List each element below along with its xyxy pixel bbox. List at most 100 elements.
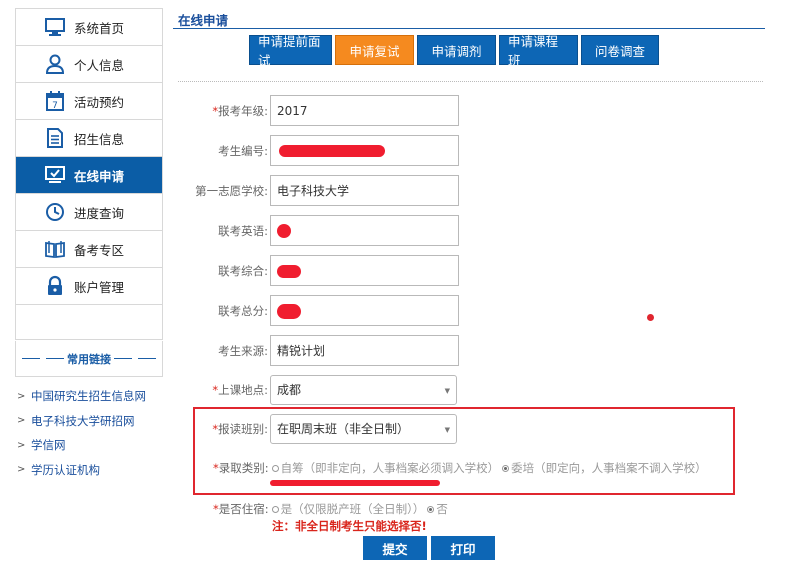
class-type-select[interactable]: 在职周末班（非全日制） ▼ — [270, 413, 457, 444]
field-label: 联考总分: — [218, 303, 268, 318]
link-item[interactable]: > 学信网 — [15, 433, 163, 458]
field-label: *报读班别: — [212, 421, 268, 436]
admission-option2-label: 委培（即定向，人事档案不调入学校） — [511, 461, 707, 475]
redaction-mark — [277, 265, 301, 278]
field-label: 考生来源: — [218, 343, 268, 358]
english-input[interactable] — [270, 215, 459, 246]
sidebar-item-label: 账户管理 — [74, 279, 125, 295]
book-icon — [44, 238, 66, 260]
first-school-input[interactable]: 电子科技大学 — [270, 175, 459, 206]
sidebar-item-label: 招生信息 — [74, 131, 125, 147]
field-label: *报考年级: — [212, 103, 268, 118]
link-label[interactable]: 学历认证机构 — [31, 462, 100, 478]
field-label: 联考英语: — [218, 223, 268, 238]
sidebar-item-online-apply[interactable]: 在线申请 — [16, 157, 162, 194]
tab-course-class[interactable]: 申请课程班 — [499, 34, 578, 68]
form-row-first-school: 第一志愿学校: 电子科技大学 — [180, 175, 480, 206]
lodging-option2-label: 否 — [436, 502, 448, 516]
links-section-title: 常用链接 — [15, 341, 163, 377]
redaction-mark — [279, 145, 385, 157]
user-icon — [44, 53, 66, 75]
note-text: 注：非全日制考生只能选择否! — [272, 519, 427, 533]
sidebar-item-label: 进度查询 — [74, 205, 125, 221]
arrow-icon: > — [17, 415, 26, 427]
arrow-icon: > — [17, 464, 26, 476]
tab-bar: 申请提前面试 申请复试 申请调剂 申请课程班 问卷调查 — [249, 34, 659, 68]
form-row-location: *上课地点: 成都 ▼ — [180, 374, 480, 405]
admission-option1-radio[interactable] — [271, 464, 279, 472]
tab-early-interview[interactable]: 申请提前面试 — [249, 34, 332, 68]
link-item[interactable]: > 学历认证机构 — [15, 458, 163, 483]
sidebar-item-admissions[interactable]: 招生信息 — [16, 120, 162, 157]
tab-survey[interactable]: 问卷调查 — [581, 35, 659, 65]
links-title-text: 常用链接 — [67, 352, 111, 366]
field-label: *是否住宿: — [213, 502, 269, 516]
sidebar-item-label: 备考专区 — [74, 242, 125, 258]
link-label[interactable]: 电子科技大学研招网 — [31, 413, 135, 429]
link-label[interactable]: 学信网 — [31, 437, 66, 453]
dotted-divider — [178, 81, 763, 82]
quick-links: > 中国研究生招生信息网 > 电子科技大学研招网 > 学信网 > 学历认证机构 — [15, 384, 163, 482]
title-divider — [173, 28, 765, 29]
form-row-comprehensive: 联考综合: — [180, 255, 480, 286]
sidebar-item-progress[interactable]: 进度查询 — [16, 194, 162, 231]
annotation-dot — [647, 314, 654, 321]
field-label: *上课地点: — [212, 382, 268, 397]
comprehensive-input[interactable] — [270, 255, 459, 286]
sidebar-item-label: 活动预约 — [74, 94, 125, 110]
sidebar-item-home[interactable]: 系统首页 — [16, 9, 162, 46]
tab-transfer[interactable]: 申请调剂 — [417, 35, 496, 65]
lodging-option1-label: 是（仅限脱产班（全日制）） — [280, 502, 425, 516]
page-title: 在线申请 — [178, 13, 229, 28]
svg-text:7: 7 — [52, 101, 58, 111]
arrow-icon: > — [17, 390, 26, 402]
link-item[interactable]: > 中国研究生招生信息网 — [15, 384, 163, 409]
form-row-source: 考生来源: 精锐计划 — [180, 335, 480, 366]
submit-button[interactable]: 提交 — [363, 536, 427, 560]
monitor-icon — [44, 16, 66, 38]
form-row-year: *报考年级: 2017 — [180, 95, 480, 126]
redaction-mark — [277, 304, 301, 319]
sidebar-item-label: 在线申请 — [74, 168, 125, 184]
admission-option1-label: 自筹（即非定向，人事档案必须调入学校） — [280, 461, 500, 475]
clock-icon — [44, 201, 66, 223]
redaction-mark — [270, 480, 440, 486]
admission-type-row: *录取类别: 自筹（即非定向，人事档案必须调入学校） 委培（即定向，人事档案不调… — [213, 460, 707, 476]
dropdown-arrow-icon: ▼ — [444, 386, 450, 395]
sidebar-item-exam-prep[interactable]: 备考专区 — [16, 231, 162, 268]
year-input[interactable]: 2017 — [270, 95, 459, 126]
document-icon — [44, 127, 66, 149]
sidebar-item-label: 系统首页 — [74, 20, 125, 36]
admission-option2-radio[interactable] — [502, 464, 510, 472]
redaction-mark — [277, 224, 291, 238]
tab-retest[interactable]: 申请复试 — [335, 35, 414, 65]
form-row-english: 联考英语: — [180, 215, 480, 246]
calendar-icon: 7 — [44, 90, 66, 112]
exam-no-input[interactable] — [270, 135, 459, 166]
location-select[interactable]: 成都 ▼ — [270, 374, 457, 405]
print-button[interactable]: 打印 — [431, 536, 495, 560]
lock-icon — [44, 275, 66, 297]
link-label[interactable]: 中国研究生招生信息网 — [31, 388, 146, 404]
sidebar-item-booking[interactable]: 7 活动预约 — [16, 83, 162, 120]
source-input[interactable]: 精锐计划 — [270, 335, 459, 366]
field-label: 第一志愿学校: — [195, 183, 268, 198]
lodging-option1-radio[interactable] — [271, 505, 279, 513]
sidebar-item-account[interactable]: 账户管理 — [16, 268, 162, 305]
link-item[interactable]: > 电子科技大学研招网 — [15, 409, 163, 434]
form-row-exam-no: 考生编号: — [180, 135, 480, 166]
lodging-option2-radio[interactable] — [427, 505, 435, 513]
form-row-class-type: *报读班别: 在职周末班（非全日制） ▼ — [180, 413, 480, 444]
arrow-icon: > — [17, 439, 26, 451]
sidebar-nav: 系统首页 个人信息 7 活动预约 招生信息 在线申请 进度查询 备考专区 账户管… — [15, 8, 163, 340]
lodging-row: *是否住宿: 是（仅限脱产班（全日制）） 否 — [213, 501, 448, 517]
form-row-total: 联考总分: — [180, 295, 480, 326]
screen-check-icon — [44, 164, 66, 186]
field-label: 联考综合: — [218, 263, 268, 278]
field-label: *录取类别: — [213, 461, 269, 475]
sidebar-item-label: 个人信息 — [74, 57, 125, 73]
total-input[interactable] — [270, 295, 459, 326]
dropdown-arrow-icon: ▼ — [444, 425, 450, 434]
field-label: 考生编号: — [218, 143, 268, 158]
sidebar-item-profile[interactable]: 个人信息 — [16, 46, 162, 83]
